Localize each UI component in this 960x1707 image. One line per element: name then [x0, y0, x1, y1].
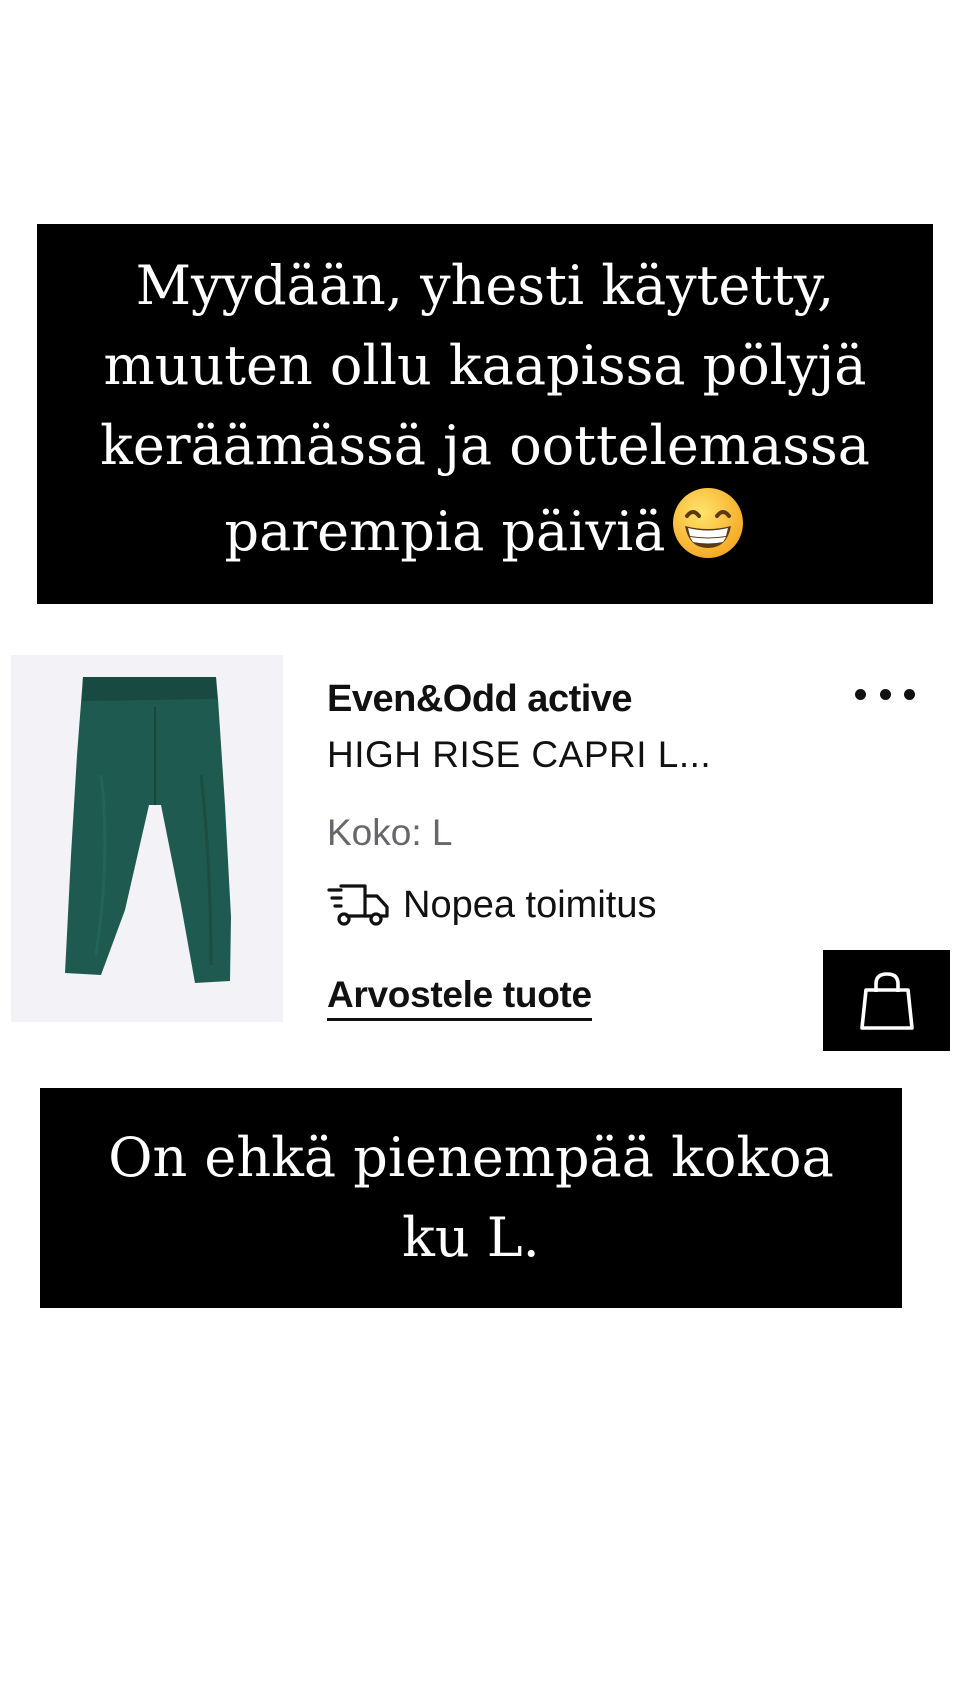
grinning-emoji-icon	[673, 488, 744, 558]
product-brand[interactable]: Even&Odd active	[327, 678, 633, 721]
caption-line: keräämässä ja oottelemassa	[100, 414, 870, 477]
more-options-button[interactable]	[855, 682, 915, 706]
caption-line: Myydään, yhesti käytetty,	[135, 254, 835, 317]
caption-line: On ehkä pienempää kokoa	[108, 1126, 834, 1189]
caption-line: muuten ollu kaapissa pölyjä	[103, 334, 867, 397]
more-dots-icon	[879, 688, 891, 700]
delivery-info: Nopea toimitus	[327, 880, 656, 930]
more-dots-icon	[904, 688, 915, 700]
delivery-text: Nopea toimitus	[403, 883, 657, 926]
product-name[interactable]: HIGH RISE CAPRI L...	[327, 734, 711, 776]
more-dots-icon	[855, 688, 866, 700]
shopping-bag-icon	[859, 971, 914, 1030]
truck-icon	[327, 884, 389, 926]
product-size: Koko: L	[327, 812, 453, 853]
review-product-link[interactable]: Arvostele tuote	[327, 974, 592, 1021]
caption-line-text: parempia päiviä	[224, 500, 666, 563]
add-to-bag-button[interactable]	[823, 950, 950, 1051]
caption-line: parempia päiviä	[37, 486, 933, 572]
caption-line: ku L.	[402, 1206, 540, 1269]
story-caption-bottom: On ehkä pienempää kokoa ku L.	[40, 1088, 902, 1308]
leggings-image	[65, 677, 231, 983]
product-image[interactable]	[11, 655, 283, 1022]
story-caption-top: Myydään, yhesti käytetty, muuten ollu ka…	[37, 224, 933, 604]
